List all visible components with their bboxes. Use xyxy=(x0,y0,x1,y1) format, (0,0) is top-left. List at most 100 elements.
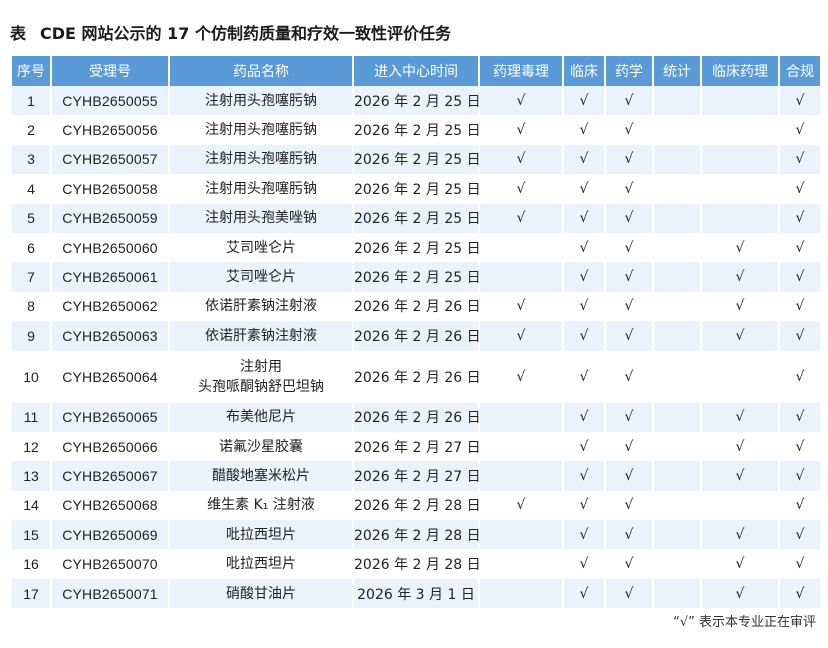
header-clinical-pharmacology: 临床药理 xyxy=(702,56,778,86)
cell-code: CYHB2650064 xyxy=(52,350,168,403)
cell-statistics xyxy=(654,262,700,292)
cell-no: 5 xyxy=(12,203,50,233)
cell-no: 8 xyxy=(12,291,50,322)
table-row: 5 CYHB2650059 注射用头孢美唑钠 2026 年 2 月 25 日 √ √ √ √ xyxy=(12,203,820,233)
cell-drug: 注射用头孢噻肟钠 xyxy=(170,144,352,175)
cell-statistics xyxy=(654,232,700,263)
drug-name-line: 维生素 K₁ 注射液 xyxy=(207,497,315,514)
cell-clinical-pharmacology: √ xyxy=(702,461,778,491)
cell-pharmacology-toxicology: √ xyxy=(480,86,562,116)
cell-pharmaceutics: √ xyxy=(606,203,652,233)
cell-drug: 注射用头孢噻肟钠 xyxy=(170,174,352,204)
table-row: 10 CYHB2650064 注射用 头孢哌酮钠舒巴坦钠 2026 年 2 月 26 日… xyxy=(12,350,820,403)
cell-pharmaceutics: √ xyxy=(606,262,652,292)
cell-drug: 注射用头孢美唑钠 xyxy=(170,203,352,233)
table-row: 14 CYHB2650068 维生素 K₁ 注射液 2026 年 2 月 28 日 √ √… xyxy=(12,490,820,521)
cell-clinical: √ xyxy=(564,321,604,351)
cell-date: 2026 年 2 月 26 日 xyxy=(354,350,481,403)
cell-compliance: √ xyxy=(780,490,820,521)
drug-name-line: 艾司唑仑片 xyxy=(226,269,296,286)
header-compliance: 合规 xyxy=(780,56,820,86)
cell-pharmaceutics: √ xyxy=(606,321,652,351)
cell-pharmacology-toxicology xyxy=(480,461,562,491)
cell-compliance: √ xyxy=(780,291,820,322)
drug-name-line: 注射用头孢噻肟钠 xyxy=(205,151,317,168)
cell-code: CYHB2650066 xyxy=(52,431,168,462)
cell-pharmacology-toxicology: √ xyxy=(480,115,562,145)
footnote: “√” 表示本专业正在审评 xyxy=(673,615,816,630)
cell-pharmacology-toxicology xyxy=(480,431,562,462)
cell-clinical: √ xyxy=(564,578,604,609)
cell-drug: 醋酸地塞米松片 xyxy=(170,461,352,491)
cell-pharmaceutics: √ xyxy=(606,431,652,462)
cell-code: CYHB2650055 xyxy=(52,86,168,116)
cell-clinical: √ xyxy=(564,490,604,521)
cell-compliance: √ xyxy=(780,431,820,462)
table-row: 7 CYHB2650061 艾司唑仑片 2026 年 2 月 25 日 √ √ √ √ xyxy=(12,262,820,292)
cell-compliance: √ xyxy=(780,578,820,609)
cell-no: 13 xyxy=(12,461,50,491)
cell-no: 3 xyxy=(12,144,50,175)
table-row: 16 CYHB2650070 吡拉西坦片 2026 年 2 月 28 日 √ √ √ √ xyxy=(12,549,820,579)
cell-compliance: √ xyxy=(780,520,820,550)
cell-compliance: √ xyxy=(780,203,820,233)
cell-date: 2026 年 2 月 25 日 xyxy=(354,232,481,263)
cell-pharmacology-toxicology xyxy=(480,520,562,550)
cell-drug: 硝酸甘油片 xyxy=(170,578,352,609)
drug-name-line: 头孢哌酮钠舒巴坦钠 xyxy=(198,378,324,395)
cell-no: 14 xyxy=(12,490,50,521)
cell-code: CYHB2650069 xyxy=(52,520,168,550)
cell-no: 17 xyxy=(12,578,50,609)
cell-pharmaceutics: √ xyxy=(606,174,652,204)
table-row: 2 CYHB2650056 注射用头孢噻肟钠 2026 年 2 月 25 日 √ √ √ √ xyxy=(12,115,820,145)
cell-no: 11 xyxy=(12,402,50,432)
table-row: 3 CYHB2650057 注射用头孢噻肟钠 2026 年 2 月 25 日 √ √ √ √ xyxy=(12,144,820,175)
cell-compliance: √ xyxy=(780,350,820,403)
cell-pharmacology-toxicology: √ xyxy=(480,203,562,233)
cell-clinical-pharmacology xyxy=(702,350,778,403)
cell-statistics xyxy=(654,431,700,462)
cell-code: CYHB2650059 xyxy=(52,203,168,233)
drug-name-line: 艾司唑仑片 xyxy=(226,239,296,256)
cell-clinical: √ xyxy=(564,350,604,403)
cell-date: 2026 年 2 月 28 日 xyxy=(354,490,481,521)
cell-compliance: √ xyxy=(780,232,820,263)
cell-pharmaceutics: √ xyxy=(606,490,652,521)
cell-no: 2 xyxy=(12,115,50,145)
cell-clinical: √ xyxy=(564,174,604,204)
cell-compliance: √ xyxy=(780,321,820,351)
cell-clinical: √ xyxy=(564,291,604,322)
cell-date: 2026 年 2 月 27 日 xyxy=(354,431,481,462)
cell-clinical: √ xyxy=(564,144,604,175)
drug-name-line: 依诺肝素钠注射液 xyxy=(205,298,317,315)
cell-clinical-pharmacology: √ xyxy=(702,262,778,292)
cell-clinical: √ xyxy=(564,86,604,116)
header-date: 进入中心时间 xyxy=(354,56,478,86)
cell-statistics xyxy=(654,86,700,116)
cell-clinical-pharmacology: √ xyxy=(702,431,778,462)
cell-code: CYHB2650058 xyxy=(52,174,168,204)
cell-pharmaceutics: √ xyxy=(606,350,652,403)
cell-compliance: √ xyxy=(780,402,820,432)
caption-text: CDE 网站公示的 17 个仿制药质量和疗效一致性评价任务 xyxy=(40,24,451,43)
drug-name-line: 注射用头孢噻肟钠 xyxy=(205,92,317,109)
drug-name-line: 吡拉西坦片 xyxy=(226,526,296,543)
table-row: 11 CYHB2650065 布美他尼片 2026 年 2 月 26 日 √ √ √ √ xyxy=(12,402,820,432)
cell-code: CYHB2650060 xyxy=(52,232,168,263)
cell-statistics xyxy=(654,203,700,233)
cell-code: CYHB2650062 xyxy=(52,291,168,322)
cell-clinical-pharmacology xyxy=(702,203,778,233)
cell-drug: 诺氟沙星胶囊 xyxy=(170,431,352,462)
cell-statistics xyxy=(654,402,700,432)
cell-statistics xyxy=(654,578,700,609)
cell-compliance: √ xyxy=(780,461,820,491)
drug-name-line: 诺氟沙星胶囊 xyxy=(219,438,303,455)
cell-date: 2026 年 2 月 25 日 xyxy=(354,86,481,116)
cell-no: 15 xyxy=(12,520,50,550)
table-header-row: 序号 受理号 药品名称 进入中心时间 药理毒理 临床 药学 统计 临床药理 合规 xyxy=(12,56,820,86)
table-row: 1 CYHB2650055 注射用头孢噻肟钠 2026 年 2 月 25 日 √ √ √ √ xyxy=(12,86,820,116)
header-statistics: 统计 xyxy=(654,56,700,86)
cell-code: CYHB2650065 xyxy=(52,402,168,432)
cell-drug: 依诺肝素钠注射液 xyxy=(170,291,352,322)
cell-clinical-pharmacology xyxy=(702,115,778,145)
